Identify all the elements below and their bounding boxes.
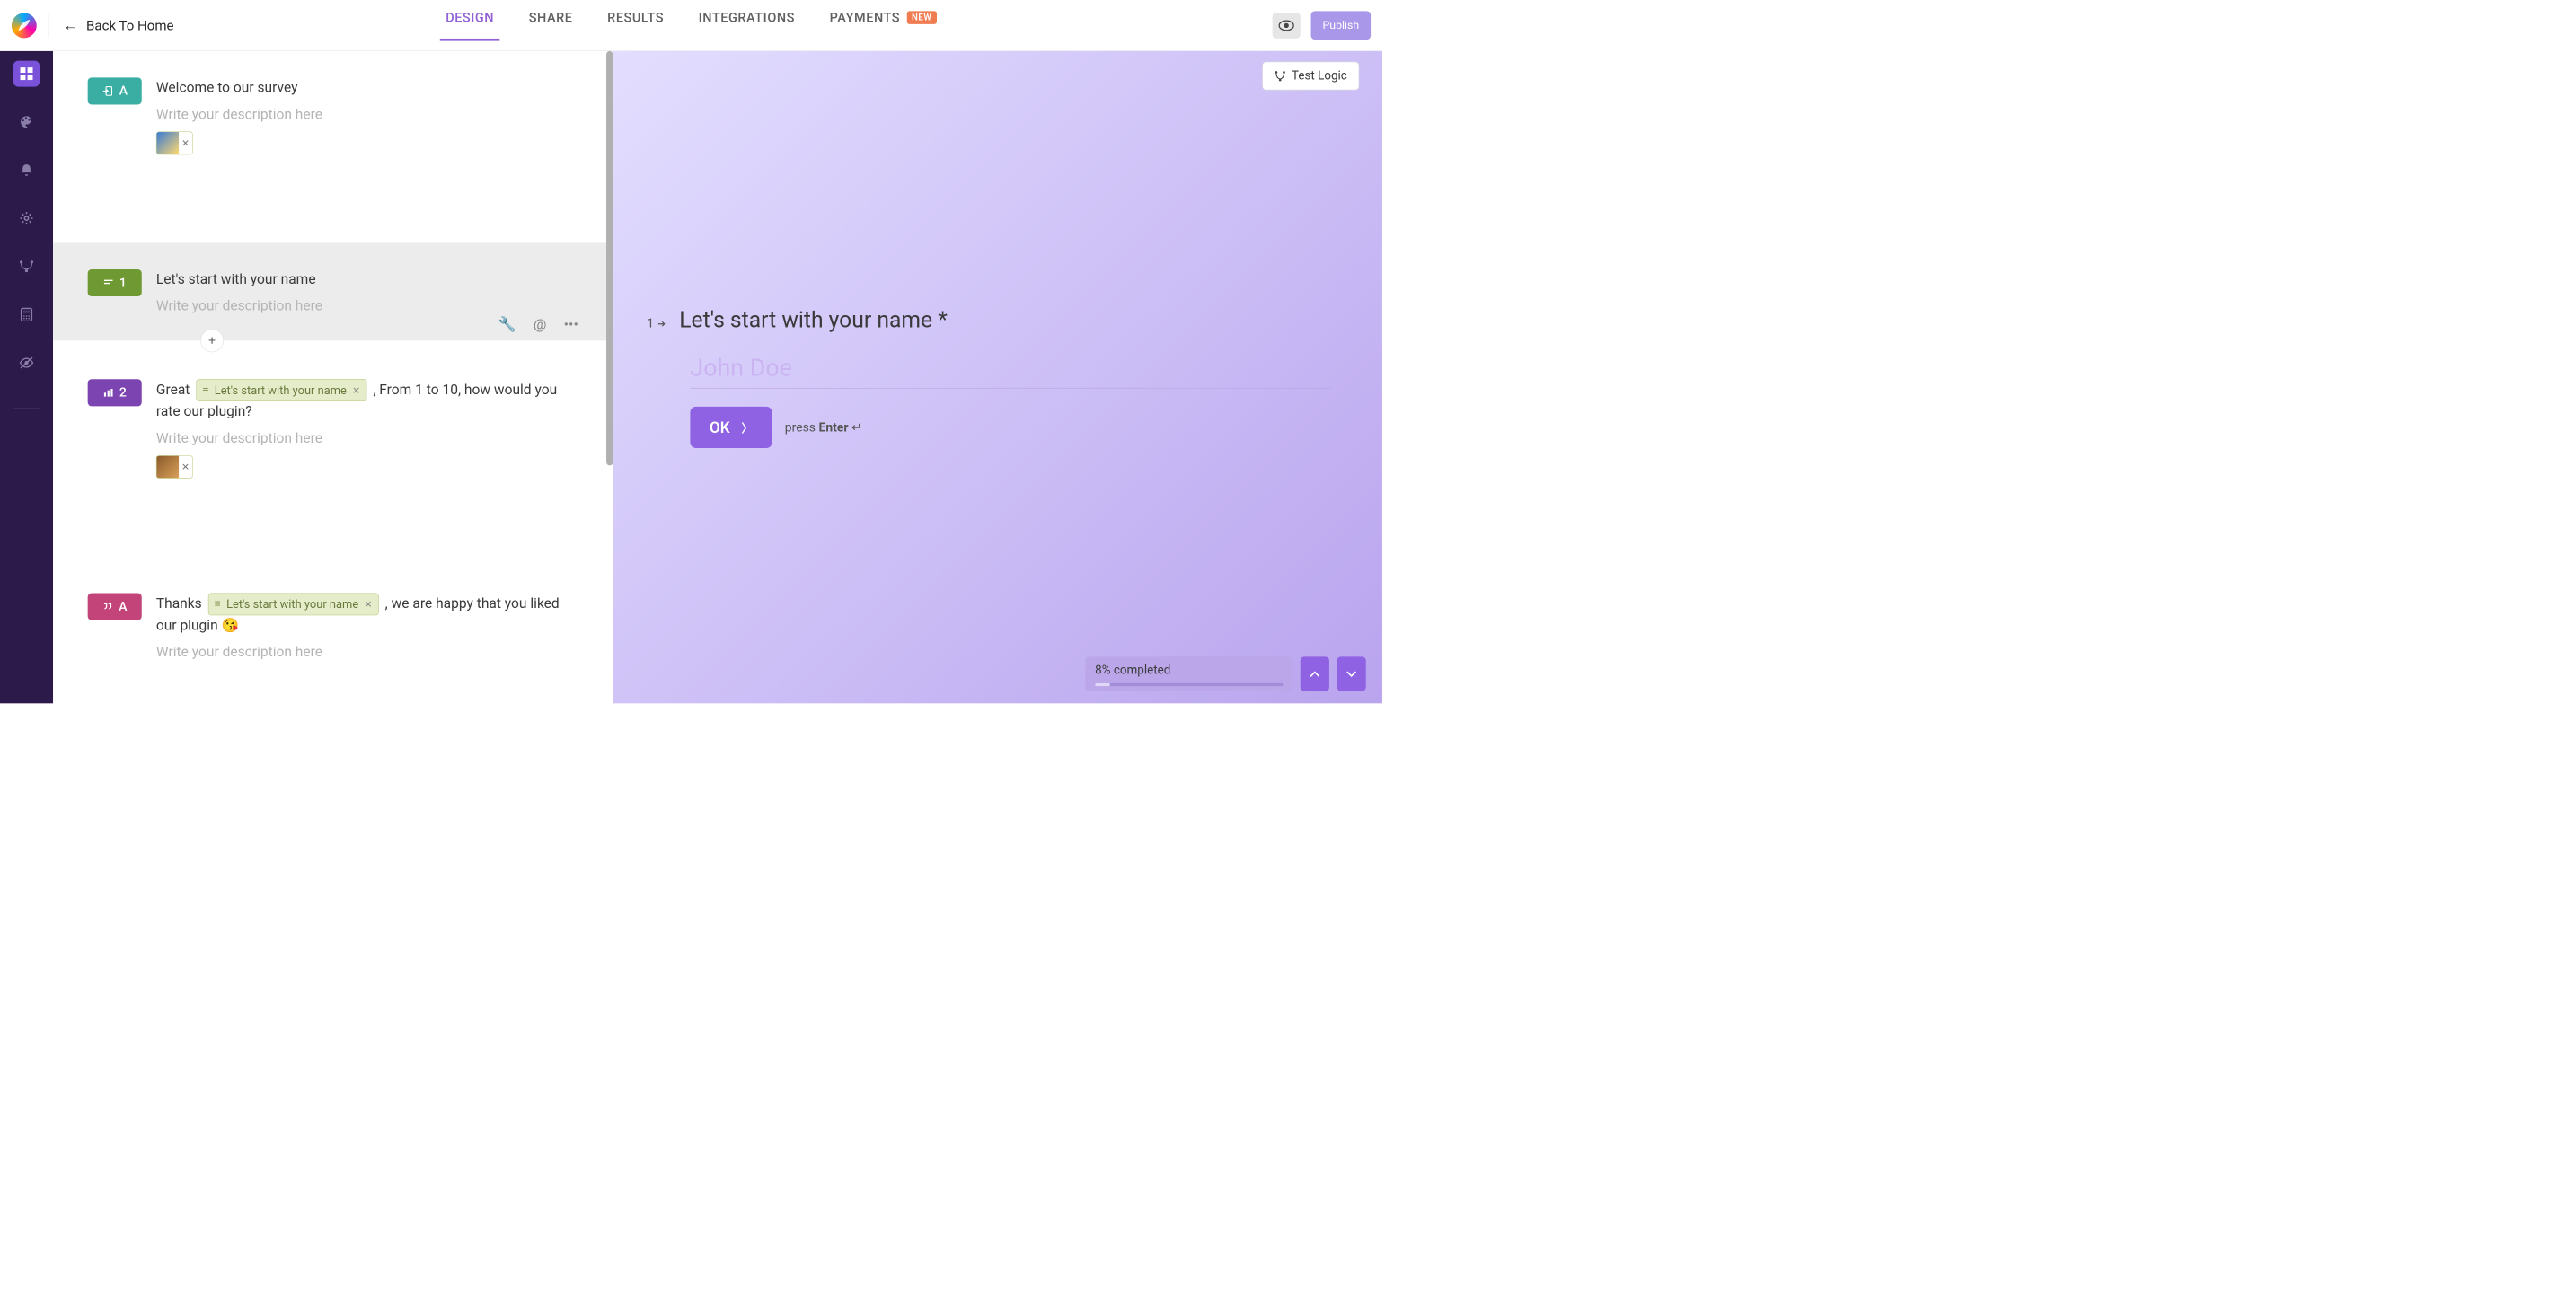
preview-title: Let's start with your name * bbox=[679, 307, 948, 333]
palette-icon bbox=[19, 115, 33, 129]
question-welcome[interactable]: A Welcome to our survey Write your descr… bbox=[53, 51, 613, 242]
sidebar-notifications[interactable] bbox=[13, 157, 40, 183]
question-thanks[interactable]: A Thanks ≡ Let's start with your name ✕ … bbox=[53, 567, 613, 687]
calculator-icon bbox=[20, 307, 33, 321]
sidebar-blocks[interactable] bbox=[13, 61, 40, 87]
quote-icon bbox=[102, 602, 113, 611]
publish-button[interactable]: Publish bbox=[1311, 11, 1371, 40]
feather-icon bbox=[14, 15, 33, 34]
nav-tabs: DESIGN SHARE RESULTS INTEGRATIONS PAYMEN… bbox=[446, 10, 937, 40]
add-block-button[interactable]: + bbox=[200, 329, 224, 352]
wrench-icon[interactable]: 🔧 bbox=[498, 316, 516, 333]
field-reference[interactable]: ≡ Let's start with your name ✕ bbox=[208, 593, 379, 615]
question-title[interactable]: Let's start with your name bbox=[156, 269, 578, 290]
mention-icon[interactable]: @ bbox=[534, 316, 546, 333]
question-title[interactable]: Thanks ≡ Let's start with your name ✕ , … bbox=[156, 593, 578, 636]
scrollbar-thumb[interactable] bbox=[606, 51, 613, 465]
short-text-badge: 1 bbox=[88, 269, 142, 296]
topbar: ← Back To Home DESIGN SHARE RESULTS INTE… bbox=[0, 0, 1382, 51]
tab-design[interactable]: DESIGN bbox=[446, 10, 494, 40]
text-icon: ≡ bbox=[215, 596, 221, 612]
new-badge: NEW bbox=[907, 11, 937, 23]
preview-footer: 8% completed bbox=[1085, 656, 1365, 691]
text-icon bbox=[103, 278, 114, 287]
preview-button[interactable] bbox=[1273, 13, 1301, 39]
progress-bar bbox=[1095, 683, 1283, 686]
sidebar-calculator[interactable] bbox=[13, 302, 40, 328]
nav-down-button[interactable] bbox=[1337, 656, 1366, 691]
sidebar-theme[interactable] bbox=[13, 109, 40, 135]
thumbnail-image bbox=[156, 132, 179, 154]
tab-payments[interactable]: PAYMENTS NEW bbox=[830, 10, 937, 40]
text-icon: ≡ bbox=[202, 383, 208, 399]
progress-fill bbox=[1095, 683, 1110, 686]
question-number: 1 ➔ bbox=[647, 316, 666, 330]
rating-badge: 2 bbox=[88, 379, 142, 406]
welcome-badge: A bbox=[88, 77, 142, 104]
question-1[interactable]: 1 Let's start with your name Write your … bbox=[53, 242, 613, 340]
field-reference[interactable]: ≡ Let's start with your name ✕ bbox=[196, 379, 366, 401]
ok-button[interactable]: OK 〉 bbox=[690, 407, 772, 448]
topbar-actions: Publish bbox=[1273, 11, 1371, 40]
sidebar bbox=[0, 51, 53, 704]
question-description[interactable]: Write your description here bbox=[156, 644, 578, 660]
arrow-left-icon: ← bbox=[63, 17, 77, 34]
grid-icon bbox=[19, 66, 33, 81]
remove-reference[interactable]: ✕ bbox=[365, 597, 373, 612]
remove-thumbnail[interactable]: ✕ bbox=[179, 132, 192, 154]
press-enter-hint: press Enter ↵ bbox=[785, 420, 862, 435]
question-title[interactable]: Welcome to our survey bbox=[156, 77, 578, 98]
question-title[interactable]: Great ≡ Let's start with your name ✕ , F… bbox=[156, 379, 578, 422]
scrollbar[interactable] bbox=[606, 51, 613, 704]
enter-icon bbox=[101, 85, 113, 97]
nav-up-button[interactable] bbox=[1301, 656, 1329, 691]
progress-indicator: 8% completed bbox=[1085, 656, 1292, 691]
chevron-right-icon: 〉 bbox=[741, 418, 753, 436]
editor-panel: A Welcome to our survey Write your descr… bbox=[53, 51, 613, 704]
preview-panel: Test Logic 1 ➔ Let's start with your nam… bbox=[613, 51, 1382, 704]
sidebar-hidden[interactable] bbox=[13, 350, 40, 376]
back-to-home[interactable]: ← Back To Home bbox=[63, 17, 173, 34]
thumbnail-image bbox=[156, 455, 179, 478]
test-logic-button[interactable]: Test Logic bbox=[1262, 62, 1359, 91]
question-2[interactable]: 2 Great ≡ Let's start with your name ✕ ,… bbox=[53, 340, 613, 566]
statement-badge: A bbox=[88, 593, 142, 620]
branch-icon bbox=[19, 260, 34, 273]
eye-icon bbox=[1279, 20, 1294, 31]
question-description[interactable]: Write your description here bbox=[156, 298, 578, 314]
sidebar-logic[interactable] bbox=[13, 253, 40, 279]
remove-reference[interactable]: ✕ bbox=[352, 383, 360, 398]
attachment-thumbnail: ✕ bbox=[156, 131, 193, 154]
chevron-down-icon bbox=[1346, 671, 1357, 678]
gear-icon bbox=[19, 211, 33, 225]
tab-share[interactable]: SHARE bbox=[529, 10, 573, 40]
back-label: Back To Home bbox=[86, 17, 173, 33]
chevron-up-icon bbox=[1310, 671, 1320, 678]
tab-results[interactable]: RESULTS bbox=[607, 10, 664, 40]
arrow-right-icon: ➔ bbox=[657, 317, 666, 329]
question-actions: 🔧 @ ••• bbox=[498, 316, 578, 333]
app-logo[interactable] bbox=[12, 13, 37, 38]
tab-integrations[interactable]: INTEGRATIONS bbox=[699, 10, 795, 40]
bell-icon bbox=[20, 163, 33, 177]
question-description[interactable]: Write your description here bbox=[156, 106, 578, 122]
preview-input[interactable]: John Doe bbox=[690, 354, 1331, 388]
preview-content: 1 ➔ Let's start with your name * John Do… bbox=[613, 307, 1382, 448]
eye-off-icon bbox=[19, 356, 34, 369]
question-description[interactable]: Write your description here bbox=[156, 430, 578, 446]
chart-icon bbox=[103, 388, 114, 398]
remove-thumbnail[interactable]: ✕ bbox=[179, 455, 192, 478]
branch-icon bbox=[1275, 70, 1286, 82]
attachment-thumbnail: ✕ bbox=[156, 455, 193, 479]
sidebar-divider bbox=[14, 408, 40, 409]
more-icon[interactable]: ••• bbox=[564, 316, 578, 333]
sidebar-settings[interactable] bbox=[13, 206, 40, 232]
